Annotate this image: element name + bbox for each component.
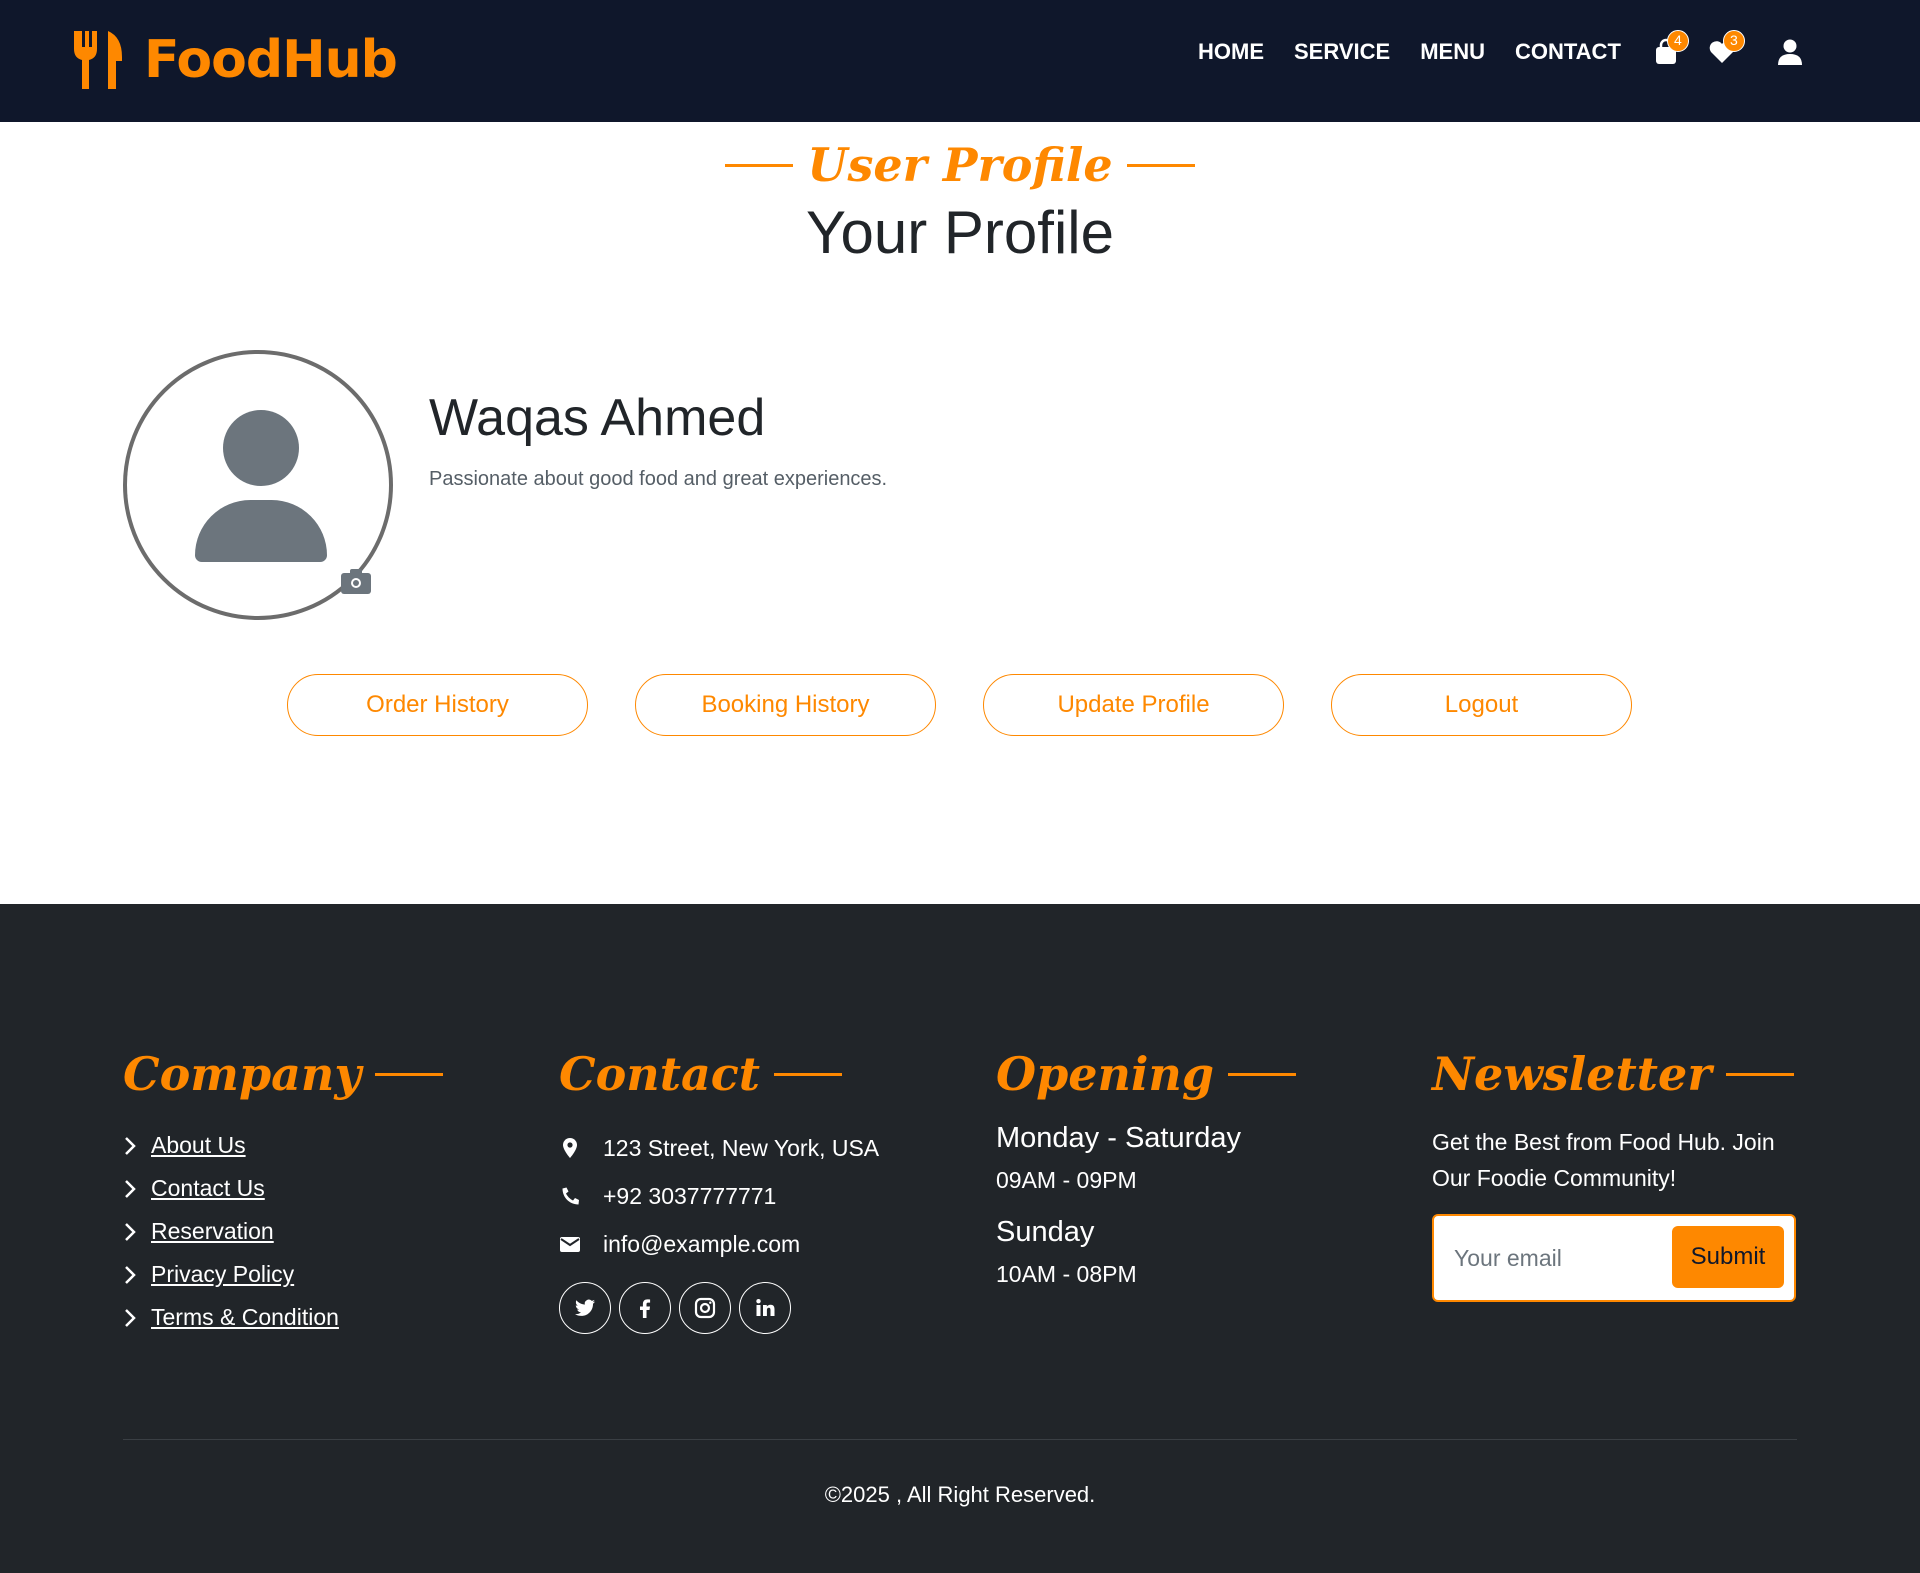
nav-links: HOME SERVICE MENU CONTACT 4 3 (1198, 30, 1831, 68)
contact-phone: +92 3037777771 (559, 1172, 879, 1220)
footer-link-about-us[interactable]: About Us (151, 1132, 246, 1159)
footer-divider (123, 1439, 1797, 1440)
linkedin-icon (756, 1299, 775, 1316)
instagram-button[interactable] (679, 1282, 731, 1334)
navbar: FoodHub HOME SERVICE MENU CONTACT 4 3 (0, 0, 1920, 122)
wishlist-button[interactable]: 3 (1707, 30, 1745, 68)
chevron-right-icon (125, 1265, 136, 1284)
page-title: Your Profile (806, 199, 1114, 266)
opening-time-weekdays: 09AM - 09PM (996, 1167, 1137, 1193)
footer-opening-title: Opening (996, 1044, 1297, 1104)
footer-company-title-text: Company (123, 1047, 362, 1101)
newsletter-submit-button[interactable]: Submit (1672, 1226, 1784, 1288)
footer-link-terms[interactable]: Terms & Condition (151, 1304, 339, 1331)
logout-button[interactable]: Logout (1331, 674, 1632, 736)
page-heading: User Profile Your Profile (0, 138, 1920, 267)
order-history-button[interactable]: Order History (287, 674, 588, 736)
divider-line (375, 1072, 444, 1076)
nav-home[interactable]: HOME (1198, 36, 1264, 68)
twitter-button[interactable] (559, 1282, 611, 1334)
camera-icon[interactable] (340, 567, 372, 595)
chevron-right-icon (125, 1222, 136, 1241)
user-name: Waqas Ahmed (429, 389, 766, 447)
utensils-icon (74, 31, 122, 89)
update-profile-button[interactable]: Update Profile (983, 674, 1284, 736)
section-subtitle: User Profile (711, 138, 1208, 192)
footer-link-privacy-policy[interactable]: Privacy Policy (151, 1261, 294, 1288)
nav-menu[interactable]: MENU (1420, 36, 1485, 68)
list-item: Terms & Condition (123, 1296, 443, 1339)
footer-company-title: Company (123, 1044, 444, 1104)
avatar-head (223, 410, 299, 486)
profile-actions: Order History Booking History Update Pro… (287, 674, 1679, 736)
list-item: Reservation (123, 1210, 443, 1253)
opening-time-sunday: 10AM - 08PM (996, 1261, 1137, 1287)
social-links (559, 1282, 879, 1334)
list-item: About Us (123, 1124, 443, 1167)
opening-day-sunday: Sunday (996, 1216, 1095, 1248)
footer-link-reservation[interactable]: Reservation (151, 1218, 274, 1245)
footer-newsletter-title-text: Newsletter (1432, 1047, 1712, 1101)
linkedin-button[interactable] (739, 1282, 791, 1334)
user-bio: Passionate about good food and great exp… (429, 468, 888, 490)
avatar-body (195, 500, 327, 562)
contact-email-text: info@example.com (603, 1230, 801, 1257)
user-icon (1777, 39, 1802, 65)
cart-button[interactable]: 4 (1651, 30, 1689, 68)
newsletter-form: Submit (1432, 1214, 1796, 1302)
account-button[interactable] (1775, 36, 1805, 68)
contact-address-text: 123 Street, New York, USA (603, 1134, 880, 1161)
footer-company: Company About Us Contact Us Reservation … (123, 1044, 444, 1339)
divider-line (1228, 1072, 1297, 1076)
copyright: ©2025 , All Right Reserved. (824, 1482, 1096, 1507)
twitter-icon (575, 1299, 595, 1316)
chevron-right-icon (125, 1308, 136, 1327)
brand-name: FoodHub (144, 30, 398, 90)
footer-contact: Contact 123 Street, New York, USA +92 30… (559, 1044, 879, 1334)
divider-line (1126, 163, 1195, 167)
facebook-icon (640, 1299, 651, 1318)
footer-opening-title-text: Opening (996, 1047, 1215, 1101)
footer-newsletter-title: Newsletter (1432, 1044, 1802, 1104)
instagram-icon (694, 1297, 716, 1319)
brand-logo[interactable]: FoodHub (70, 28, 398, 92)
chevron-right-icon (125, 1136, 136, 1155)
section-subtitle-text: User Profile (807, 138, 1113, 192)
footer: Company About Us Contact Us Reservation … (0, 904, 1920, 1573)
phone-icon (562, 1187, 579, 1205)
list-item: Contact Us (123, 1167, 443, 1210)
footer-opening: Opening Monday - Saturday 09AM - 09PM Su… (996, 1044, 1297, 1288)
footer-newsletter: Newsletter Get the Best from Food Hub. J… (1432, 1044, 1802, 1302)
opening-day-weekdays: Monday - Saturday (996, 1122, 1242, 1154)
contact-details: 123 Street, New York, USA +92 3037777771… (559, 1124, 879, 1268)
nav-contact[interactable]: CONTACT (1515, 36, 1621, 68)
divider-line (725, 163, 794, 167)
footer-company-links: About Us Contact Us Reservation Privacy … (123, 1124, 443, 1339)
list-item: Privacy Policy (123, 1253, 443, 1296)
contact-email: info@example.com (559, 1220, 879, 1268)
booking-history-button[interactable]: Booking History (635, 674, 936, 736)
footer-link-contact-us[interactable]: Contact Us (151, 1175, 265, 1202)
newsletter-text: Get the Best from Food Hub. Join Our Foo… (1432, 1129, 1775, 1191)
facebook-button[interactable] (619, 1282, 671, 1334)
chevron-right-icon (125, 1179, 136, 1198)
footer-contact-title: Contact (559, 1044, 879, 1104)
contact-address: 123 Street, New York, USA (559, 1124, 879, 1172)
newsletter-email-input[interactable] (1454, 1238, 1664, 1278)
nav-service[interactable]: SERVICE (1294, 36, 1390, 68)
footer-contact-title-text: Contact (559, 1047, 761, 1101)
divider-line (774, 1072, 843, 1076)
envelope-icon (560, 1237, 580, 1252)
divider-line (1725, 1072, 1794, 1076)
contact-phone-text: +92 3037777771 (603, 1182, 777, 1209)
wishlist-count-badge: 3 (1722, 30, 1745, 52)
map-marker-icon (563, 1138, 577, 1158)
cart-count-badge: 4 (1666, 30, 1689, 52)
